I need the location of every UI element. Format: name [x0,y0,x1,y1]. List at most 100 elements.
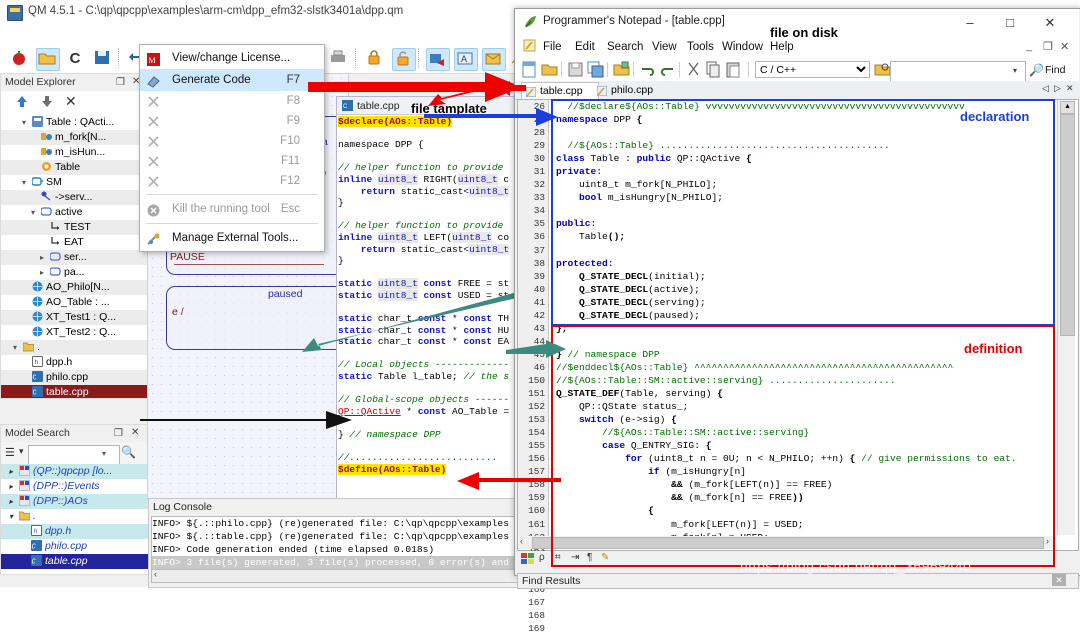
chevron-down-icon[interactable]: ▾ [22,115,26,130]
search-result-philo-cpp[interactable]: Cphilo.cpp [1,539,148,554]
chevron-down-icon[interactable]: ▾ [102,449,106,458]
chevron-right-icon[interactable]: ▸ [9,464,13,479]
pn-menu-edit[interactable]: Edit [575,39,595,55]
tools-menu-item-manage-external-tools[interactable]: Manage External Tools... [140,227,324,249]
tree-item-sm[interactable]: ▾SM [1,175,148,190]
paste-icon[interactable] [725,61,742,78]
tab-philo-cpp[interactable]: philo.cpp [593,82,669,98]
tree-item-ao-table[interactable]: AO_Table : ... [1,295,148,310]
move-down-icon[interactable] [40,94,54,112]
tree-item-xt-test1-q[interactable]: XT_Test1 : Q... [1,310,148,325]
dropdown-icon[interactable]: ▾ [19,446,24,457]
open-folder-icon[interactable] [36,48,60,71]
find-button-label[interactable]: Find [1045,64,1065,76]
tree-item-pa[interactable]: ▸pa... [1,265,148,280]
pin-icon[interactable]: ❐ [116,77,125,88]
tab-next-icon[interactable]: ▷ [1054,83,1061,94]
windows-icon[interactable] [521,553,534,565]
tree-item-philo-cpp[interactable]: Cphilo.cpp [1,370,148,385]
tree-item-ao-philo-n[interactable]: AO_Philo[N... [1,280,148,295]
search-icon[interactable]: 🔍 [121,445,136,459]
maximize-button[interactable]: □ [990,9,1030,36]
tree-item-ser[interactable]: ▸ser... [1,250,148,265]
tree-item-m-fork-n[interactable]: m_fork[N... [1,130,148,145]
chevron-down-icon[interactable]: ▾ [31,205,35,220]
pn-menu-tools[interactable]: Tools [687,39,714,55]
chevron-down-icon[interactable]: ▾ [9,509,13,524]
search-result-[interactable]: ▾. [1,509,148,524]
new-icon[interactable] [521,61,538,78]
delete-icon[interactable]: ✕ [65,93,77,110]
undo-icon[interactable] [639,61,656,78]
apple-icon[interactable] [8,48,30,69]
model-search-input[interactable] [28,445,120,465]
tree-item-dpp-h[interactable]: hdpp.h [1,355,148,370]
find-input[interactable] [890,61,1026,82]
pn-menu-search[interactable]: Search [607,39,643,55]
log-line[interactable]: INFO> 3 file(s) generated, 3 file(s) pro… [152,556,524,569]
tree-item-active[interactable]: ▾active [1,205,148,220]
pn-vertical-scrollbar[interactable]: ▲ [1057,100,1075,535]
search-result-dpp-h[interactable]: hdpp.h [1,524,148,539]
log-line[interactable]: INFO> Code generation ended (time elapse… [152,543,524,556]
tree-item-m-ishun[interactable]: m_isHun... [1,145,148,160]
pin-icon[interactable]: ❐ [114,428,123,439]
search-result-qp-qpcpp-lo[interactable]: ▸(QP::)qpcpp [lo... [1,464,148,479]
language-selector[interactable]: C / C++ [755,61,870,78]
open-project-icon[interactable] [613,61,630,78]
search-result-table-cpp[interactable]: Ctable.cpp [1,554,148,569]
tree-item-xt-test2-q[interactable]: XT_Test2 : Q... [1,325,148,340]
pn-menu-help[interactable]: Help [770,39,794,55]
log-console-hscrollbar[interactable]: ‹ [151,569,525,583]
tree-item-table-cpp[interactable]: Ctable.cpp [1,385,148,399]
tools-dropdown-menu[interactable]: MView/change License...Generate CodeF7F8… [139,44,325,252]
binoculars-icon[interactable]: 🔎 [1029,63,1044,77]
chevron-down-icon[interactable]: ▾ [22,175,26,190]
tab-table-cpp[interactable]: table.cpp [521,82,599,99]
save-all-icon[interactable] [587,61,604,78]
pn-menu-file[interactable]: File [543,39,562,55]
tree-item-serv[interactable]: ->serv... [1,190,148,205]
model-explorer-tree[interactable]: ▾Table : QActi...m_fork[N...m_isHun...Ta… [0,115,149,399]
save-icon[interactable] [567,61,584,78]
minimize-button[interactable]: – [950,9,990,36]
mdi-restore-icon[interactable]: ❐ [1043,40,1053,53]
find-results-close-icon[interactable]: ✕ [1052,574,1066,586]
tab-prev-icon[interactable]: ◁ [1042,83,1049,94]
chevron-right-icon[interactable]: ▸ [40,265,44,280]
cut-icon[interactable] [685,61,702,78]
tree-item-eat[interactable]: EAT [1,235,148,250]
tree-item-test[interactable]: TEST [1,220,148,235]
find-in-files-icon[interactable] [874,61,891,78]
search-result-dpp-events[interactable]: ▸(DPP::)Events [1,479,148,494]
chevron-right-icon[interactable]: ▸ [9,494,13,509]
chevron-right-icon[interactable]: ▸ [40,250,44,265]
filter-icon[interactable]: ☰ [5,446,15,459]
chevron-down-icon[interactable]: ▾ [1013,66,1017,75]
copy-icon[interactable] [705,61,722,78]
search-result-dpp-aos[interactable]: ▸(DPP::)AOs [1,494,148,509]
chevron-right-icon[interactable]: ▸ [9,479,13,494]
redo-icon[interactable] [659,61,676,78]
chevron-down-icon[interactable]: ▾ [13,340,17,355]
move-up-icon[interactable] [15,94,29,112]
tree-item-[interactable]: ▾. [1,340,148,355]
log-console-output[interactable]: INFO> ${.::philo.cpp} (re)generated file… [151,516,525,574]
open-icon[interactable] [541,61,558,78]
close-icon[interactable]: ✕ [131,427,139,438]
tools-menu-item-generate-code[interactable]: Generate CodeF7 [140,69,324,91]
close-button[interactable]: ✕ [1030,9,1070,36]
refresh-icon[interactable]: C [64,48,86,69]
tree-item-table-qacti[interactable]: ▾Table : QActi... [1,115,148,130]
model-search-results[interactable]: ▸(QP::)qpcpp [lo...▸(DPP::)Events▸(DPP::… [0,464,149,575]
pn-menu-window[interactable]: Window [722,39,763,55]
tools-menu-item-view-change-license[interactable]: MView/change License... [140,47,324,69]
save-icon[interactable] [92,48,114,69]
mdi-minimize-button[interactable]: _ [1026,40,1032,52]
log-line[interactable]: INFO> ${.::table.cpp} (re)generated file… [152,530,524,543]
mdi-close-icon[interactable]: ✕ [1060,40,1069,53]
log-line[interactable]: INFO> ${.::philo.cpp} (re)generated file… [152,517,524,530]
tree-item-table[interactable]: Table [1,160,148,175]
pilcrow-alt-icon[interactable]: ρ [539,552,545,563]
pn-menu-view[interactable]: View [652,39,677,55]
